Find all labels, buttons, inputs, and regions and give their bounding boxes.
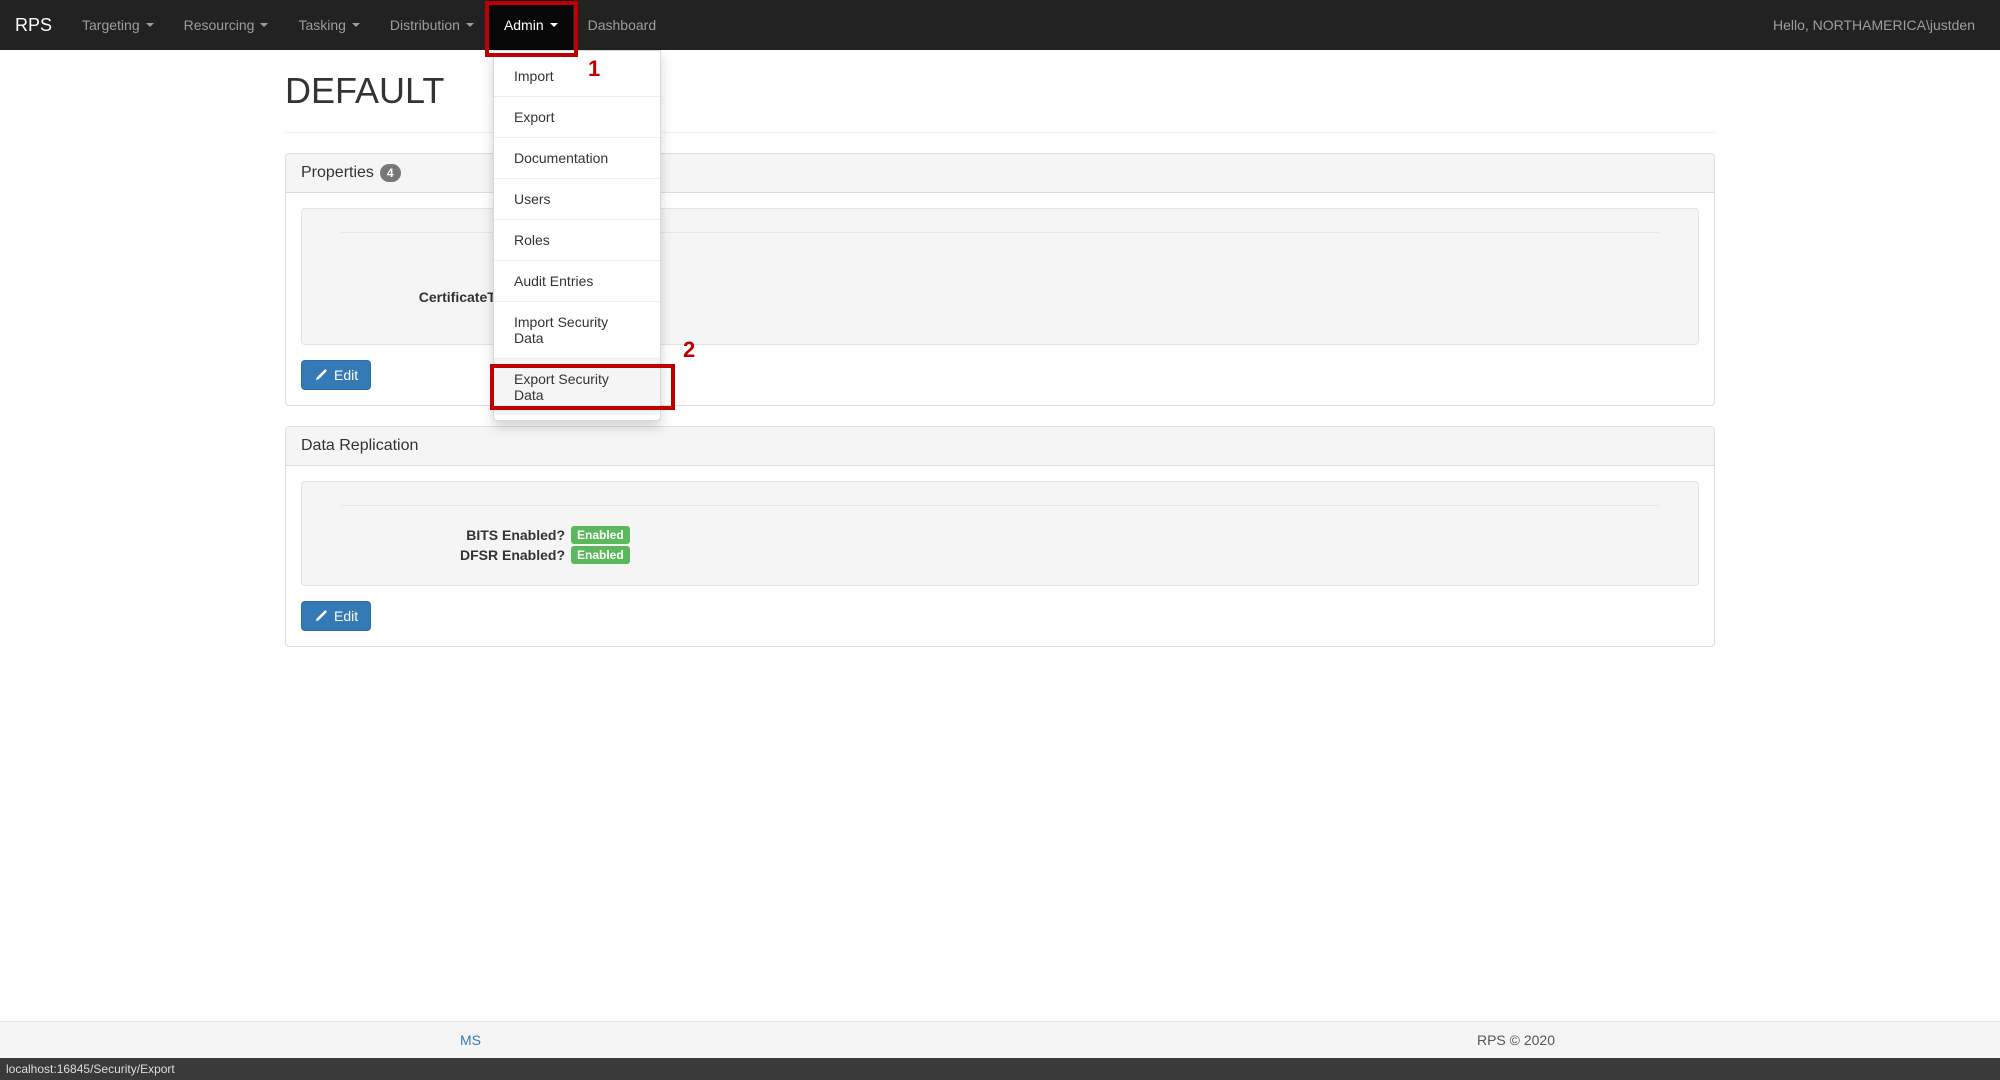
top-navbar: RPS Targeting Resourcing Tasking Distrib…	[0, 0, 2000, 50]
menu-roles[interactable]: Roles	[494, 220, 660, 261]
menu-audit-entries[interactable]: Audit Entries	[494, 261, 660, 302]
bits-enabled-label: BITS Enabled?	[321, 527, 571, 543]
nav-tasking-label: Tasking	[298, 17, 345, 33]
user-greeting[interactable]: Hello, NORTHAMERICA\justden	[1763, 17, 1985, 33]
footer-ms-link[interactable]: MS	[460, 1032, 481, 1048]
nav-resourcing[interactable]: Resourcing	[169, 0, 284, 50]
chevron-down-icon	[146, 23, 154, 27]
bits-enabled-badge: Enabled	[571, 526, 630, 544]
chevron-down-icon	[352, 23, 360, 27]
menu-import-security-data[interactable]: Import Security Data	[494, 302, 660, 359]
data-replication-body: BITS Enabled? Enabled DFSR Enabled? Enab…	[286, 466, 1714, 646]
menu-documentation[interactable]: Documentation	[494, 138, 660, 179]
footer: MS RPS © 2020 localhost:16845/Security/E…	[0, 1021, 2000, 1080]
edit-properties-label: Edit	[334, 367, 358, 383]
nav-tasking[interactable]: Tasking	[283, 0, 374, 50]
nav-targeting[interactable]: Targeting	[67, 0, 169, 50]
data-replication-heading-label: Data Replication	[301, 437, 418, 455]
menu-export[interactable]: Export	[494, 97, 660, 138]
brand[interactable]: RPS	[15, 15, 67, 36]
admin-dropdown: Import Export Documentation Users Roles …	[493, 50, 661, 421]
nav-targeting-label: Targeting	[82, 17, 140, 33]
edit-icon	[314, 368, 328, 382]
footer-copyright: RPS © 2020	[1477, 1032, 1555, 1048]
nav-admin-label: Admin	[504, 17, 544, 33]
menu-import[interactable]: Import	[494, 56, 660, 97]
annotation-number-1: 1	[588, 56, 600, 82]
divider	[341, 505, 1659, 506]
nav-distribution-label: Distribution	[390, 17, 460, 33]
edit-properties-button[interactable]: Edit	[301, 360, 371, 390]
nav-admin[interactable]: Admin	[489, 0, 573, 50]
nav-dashboard-label: Dashboard	[588, 17, 657, 33]
properties-heading-label: Properties	[301, 164, 374, 182]
edit-replication-button[interactable]: Edit	[301, 601, 371, 631]
nav-resourcing-label: Resourcing	[184, 17, 255, 33]
edit-icon	[314, 609, 328, 623]
nav-dashboard[interactable]: Dashboard	[573, 0, 672, 50]
edit-replication-label: Edit	[334, 608, 358, 624]
data-replication-panel: Data Replication BITS Enabled? Enabled D…	[285, 426, 1715, 647]
nav-distribution[interactable]: Distribution	[375, 0, 489, 50]
data-replication-well: BITS Enabled? Enabled DFSR Enabled? Enab…	[301, 481, 1699, 586]
menu-export-security-data[interactable]: Export Security Data	[494, 359, 660, 415]
dfsr-enabled-badge: Enabled	[571, 546, 630, 564]
properties-count-badge: 4	[380, 164, 401, 182]
page-container: DEFAULT Properties 4 Hostname DEFAULT Ip…	[270, 70, 1730, 747]
annotation-number-2: 2	[683, 337, 695, 363]
menu-users[interactable]: Users	[494, 179, 660, 220]
chevron-down-icon	[550, 23, 558, 27]
nav-left: RPS Targeting Resourcing Tasking Distrib…	[15, 0, 671, 50]
dfsr-enabled-label: DFSR Enabled?	[321, 547, 571, 563]
data-replication-heading: Data Replication	[286, 427, 1714, 466]
chevron-down-icon	[260, 23, 268, 27]
browser-status-bar: localhost:16845/Security/Export	[0, 1058, 2000, 1080]
chevron-down-icon	[466, 23, 474, 27]
status-url: localhost:16845/Security/Export	[6, 1062, 175, 1076]
